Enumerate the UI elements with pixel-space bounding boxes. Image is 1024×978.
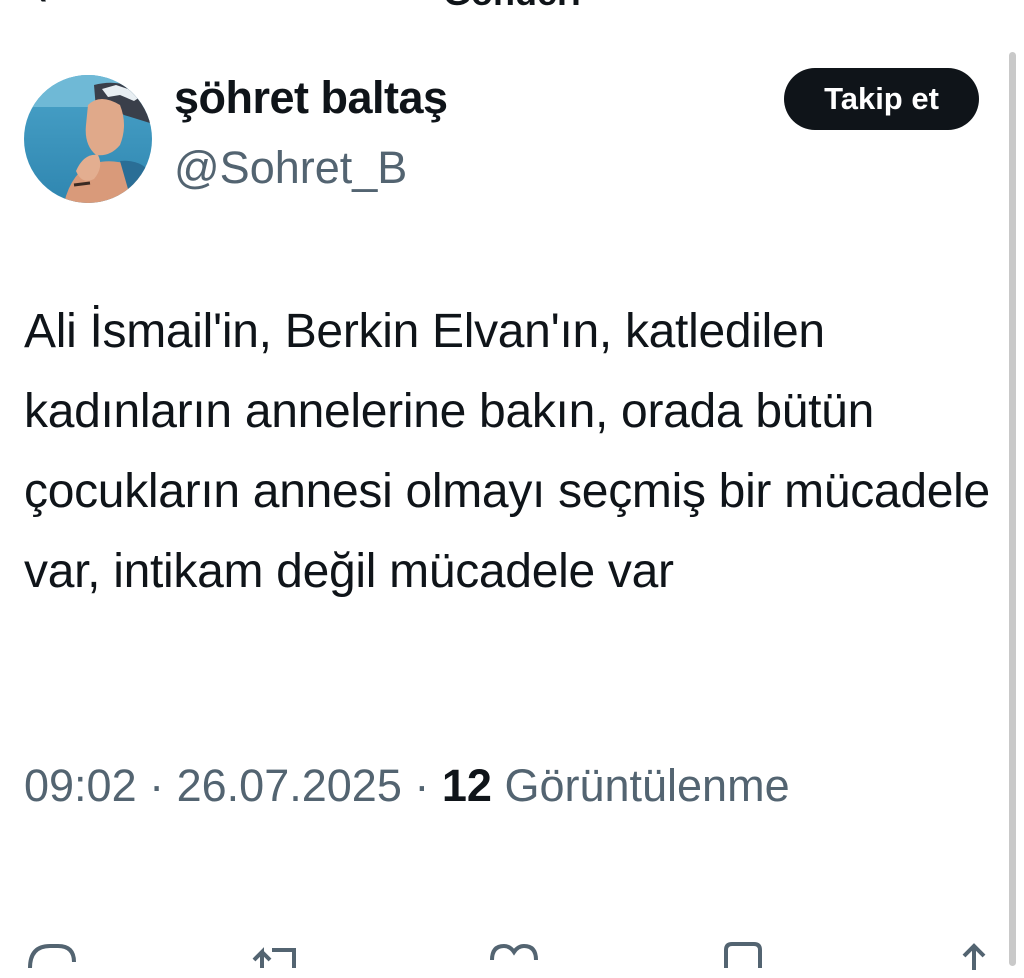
follow-button[interactable]: Takip et <box>784 68 979 130</box>
user-handle[interactable]: @Sohret_B <box>174 142 407 194</box>
heart-icon[interactable] <box>484 938 544 978</box>
views-count: 12 <box>441 760 492 811</box>
repost-icon[interactable] <box>246 938 306 978</box>
reply-icon[interactable] <box>24 938 84 978</box>
share-icon[interactable] <box>944 938 1004 978</box>
views-label: Görüntülenme <box>504 760 790 811</box>
page-title: Gönderi <box>0 0 1024 11</box>
meta-separator: · <box>136 760 177 811</box>
tweet-text: Ali İsmail'in, Berkin Elvan'ın, katledil… <box>24 305 990 598</box>
avatar[interactable] <box>24 75 152 203</box>
display-name[interactable]: şöhret baltaş <box>174 72 448 124</box>
bookmark-icon[interactable] <box>716 938 776 978</box>
tweet-meta: 09:02 · 26.07.2025 · 12 Görüntülenme <box>24 760 790 812</box>
tweet-time[interactable]: 09:02 <box>24 760 137 811</box>
top-bar: ‹ Gönderi <box>0 0 1024 11</box>
meta-separator: · <box>401 760 442 811</box>
action-bar <box>0 938 1024 978</box>
scrollbar[interactable] <box>1009 52 1016 966</box>
tweet-date[interactable]: 26.07.2025 <box>177 760 402 811</box>
